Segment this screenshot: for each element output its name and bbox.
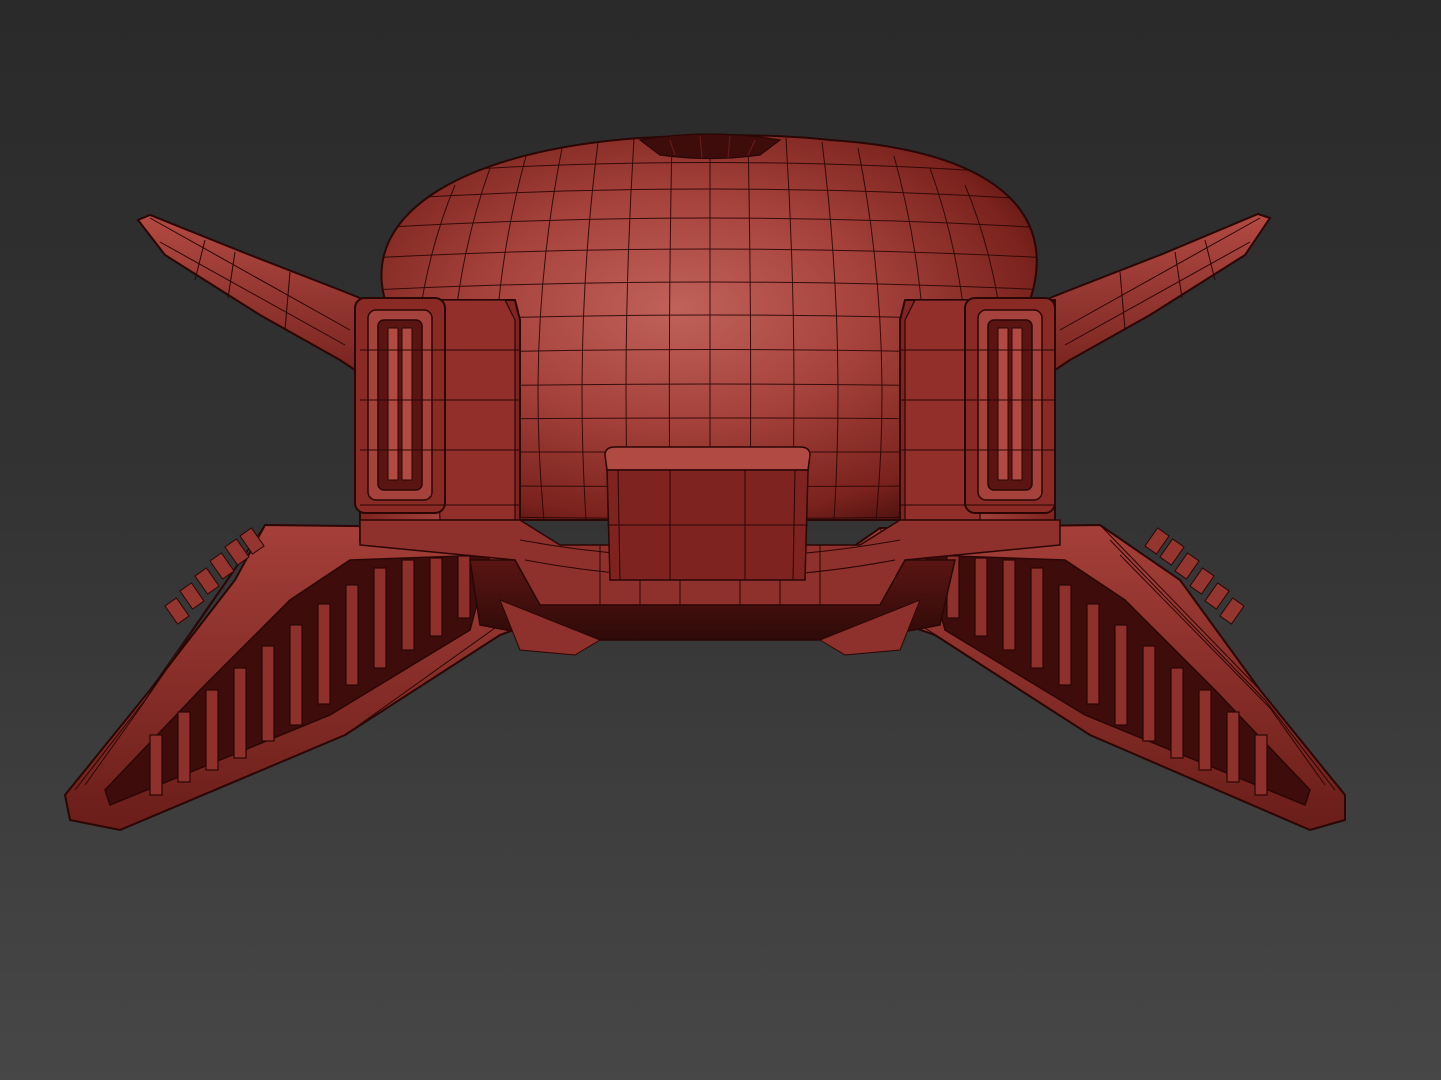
helmet-wireframe-model xyxy=(63,133,1346,832)
right-side-block xyxy=(899,297,1056,541)
front-chin-plate xyxy=(604,446,811,581)
left-horn xyxy=(136,213,367,372)
left-side-block xyxy=(354,297,521,541)
right-horn xyxy=(1043,212,1272,372)
3d-viewport[interactable] xyxy=(0,0,1441,1080)
